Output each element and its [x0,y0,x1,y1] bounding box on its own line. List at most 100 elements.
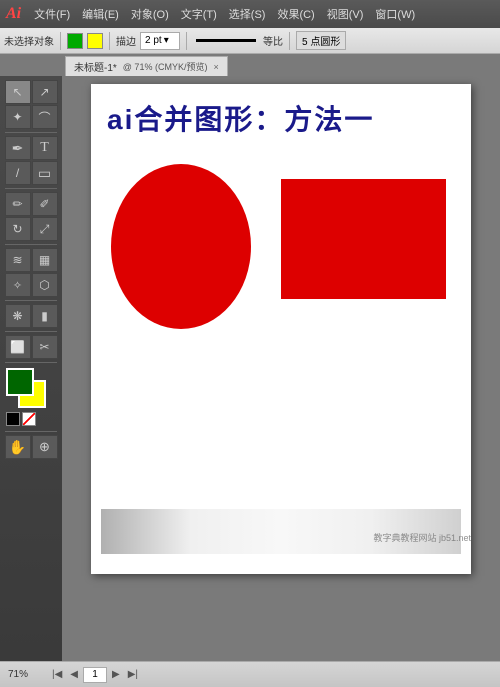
zoom-level: 71% [8,669,43,680]
blend-icon: ⬡ [39,278,49,292]
tool-separator-1 [5,132,57,133]
warp-icon: ≋ [12,253,22,267]
menu-edit[interactable]: 编辑(E) [77,4,124,24]
slice-tool[interactable]: ✂ [32,335,58,359]
watermark: 教字典教程网站 jb51.net [373,531,471,544]
nav-prev[interactable]: ◀ [67,668,81,681]
gradient-tool[interactable]: ▦ [32,248,58,272]
point-label: 5 点圆形 [302,37,340,48]
menu-effect[interactable]: 效果(C) [272,4,319,24]
line-tool[interactable]: / [5,161,31,185]
eyedropper-tool[interactable]: ✧ [5,273,31,297]
hand-icon: ✋ [9,439,26,456]
rotate-tool[interactable]: ↻ [5,217,31,241]
rectangle-icon: ▭ [38,165,51,182]
divider-4 [289,32,290,50]
pencil-tool[interactable]: ✐ [32,192,58,216]
menu-file[interactable]: 文件(F) [29,4,75,24]
point-style[interactable]: 5 点圆形 [296,31,346,50]
tool-separator-4 [5,300,57,301]
scale-tool[interactable]: ⤢ [32,217,58,241]
tab-info: @ 71% (CMYK/预览) [123,60,208,73]
direct-select-tool[interactable]: ↗ [32,80,58,104]
magic-wand-tool[interactable]: ✦ [5,105,31,129]
canvas-ellipse[interactable] [111,164,251,329]
menu-window[interactable]: 窗口(W) [370,4,420,24]
menu-view[interactable]: 视图(V) [322,4,369,24]
nav-next[interactable]: ▶ [109,668,123,681]
gradient-icon: ▦ [39,253,50,267]
hand-tool[interactable]: ✋ [5,435,31,459]
status-bar: 71% |◀ ◀ ▶ ▶| [0,661,500,687]
pen-icon: ✒ [12,140,24,157]
symbol-icon: ❋ [12,309,22,323]
app-logo: Ai [6,5,21,23]
main-area: ↖ ↗ ✦ ⌒ ✒ T / [0,76,500,661]
swatch-stack [6,368,50,408]
mini-icons-row [6,412,36,426]
stroke-size-dropdown[interactable]: 2 pt ▾ [140,32,180,50]
stroke-preview [196,39,256,42]
tool-separator-6 [5,362,57,363]
divider-2 [109,32,110,50]
tab-close-button[interactable]: × [213,62,218,72]
rectangle-tool[interactable]: ▭ [32,161,58,185]
rotate-icon: ↻ [12,222,22,236]
left-toolbar: ↖ ↗ ✦ ⌒ ✒ T / [0,76,62,661]
fill-color-swatch[interactable] [67,33,83,49]
tool-separator-2 [5,188,57,189]
tool-row-3: ✒ T [5,136,58,160]
tool-row-10: ⬜ ✂ [5,335,58,359]
equal-label: 等比 [263,33,283,48]
line-icon: / [16,166,19,180]
warp-tool[interactable]: ≋ [5,248,31,272]
paintbrush-icon: ✏ [12,197,22,211]
nav-first[interactable]: |◀ [49,668,65,681]
tab-title: 未标题-1* [74,59,117,74]
tool-row-4: / ▭ [5,161,58,185]
paintbrush-tool[interactable]: ✏ [5,192,31,216]
blend-tool[interactable]: ⬡ [32,273,58,297]
color-swatch-area [4,366,58,428]
page-navigation: |◀ ◀ ▶ ▶| [49,667,141,683]
direct-select-icon: ↗ [39,85,49,99]
zoom-icon: ⊕ [39,439,50,455]
tool-row-9: ❋ ▮ [5,304,58,328]
tool-row-7: ≋ ▦ [5,248,58,272]
divider-3 [186,32,187,50]
graph-icon: ▮ [41,309,48,323]
page-input[interactable] [83,667,107,683]
scale-icon: ⤢ [40,222,50,237]
mode-label: 描边 [116,33,136,48]
type-tool[interactable]: T [32,136,58,160]
selection-label: 未选择对象 [4,33,54,48]
tool-separator-7 [5,431,57,432]
tool-row-1: ↖ ↗ [5,80,58,104]
stroke-size-value: 2 pt [145,35,162,46]
pen-tool[interactable]: ✒ [5,136,31,160]
divider-1 [60,32,61,50]
none-color-icon[interactable] [22,412,36,426]
graph-tool[interactable]: ▮ [32,304,58,328]
select-tool[interactable]: ↖ [5,80,31,104]
document-tab[interactable]: 未标题-1* @ 71% (CMYK/预览) × [65,56,228,76]
nav-last[interactable]: ▶| [125,668,141,681]
artboard-tool[interactable]: ⬜ [5,335,31,359]
menu-object[interactable]: 对象(O) [126,4,174,24]
title-bar: Ai 文件(F) 编辑(E) 对象(O) 文字(T) 选择(S) 效果(C) 视… [0,0,500,28]
stroke-color-swatch[interactable] [87,33,103,49]
tool-separator-5 [5,331,57,332]
foreground-color-swatch[interactable] [6,368,34,396]
zoom-tool[interactable]: ⊕ [32,435,58,459]
canvas-rectangle[interactable] [281,179,446,299]
menu-type[interactable]: 文字(T) [176,4,222,24]
tool-row-5: ✏ ✐ [5,192,58,216]
type-icon: T [40,140,49,156]
lasso-tool[interactable]: ⌒ [32,105,58,129]
slice-icon: ✂ [39,340,49,354]
pencil-icon: ✐ [39,197,49,211]
artboard-icon: ⬜ [10,340,25,354]
default-colors-icon[interactable] [6,412,20,426]
symbol-tool[interactable]: ❋ [5,304,31,328]
menu-select[interactable]: 选择(S) [224,4,271,24]
